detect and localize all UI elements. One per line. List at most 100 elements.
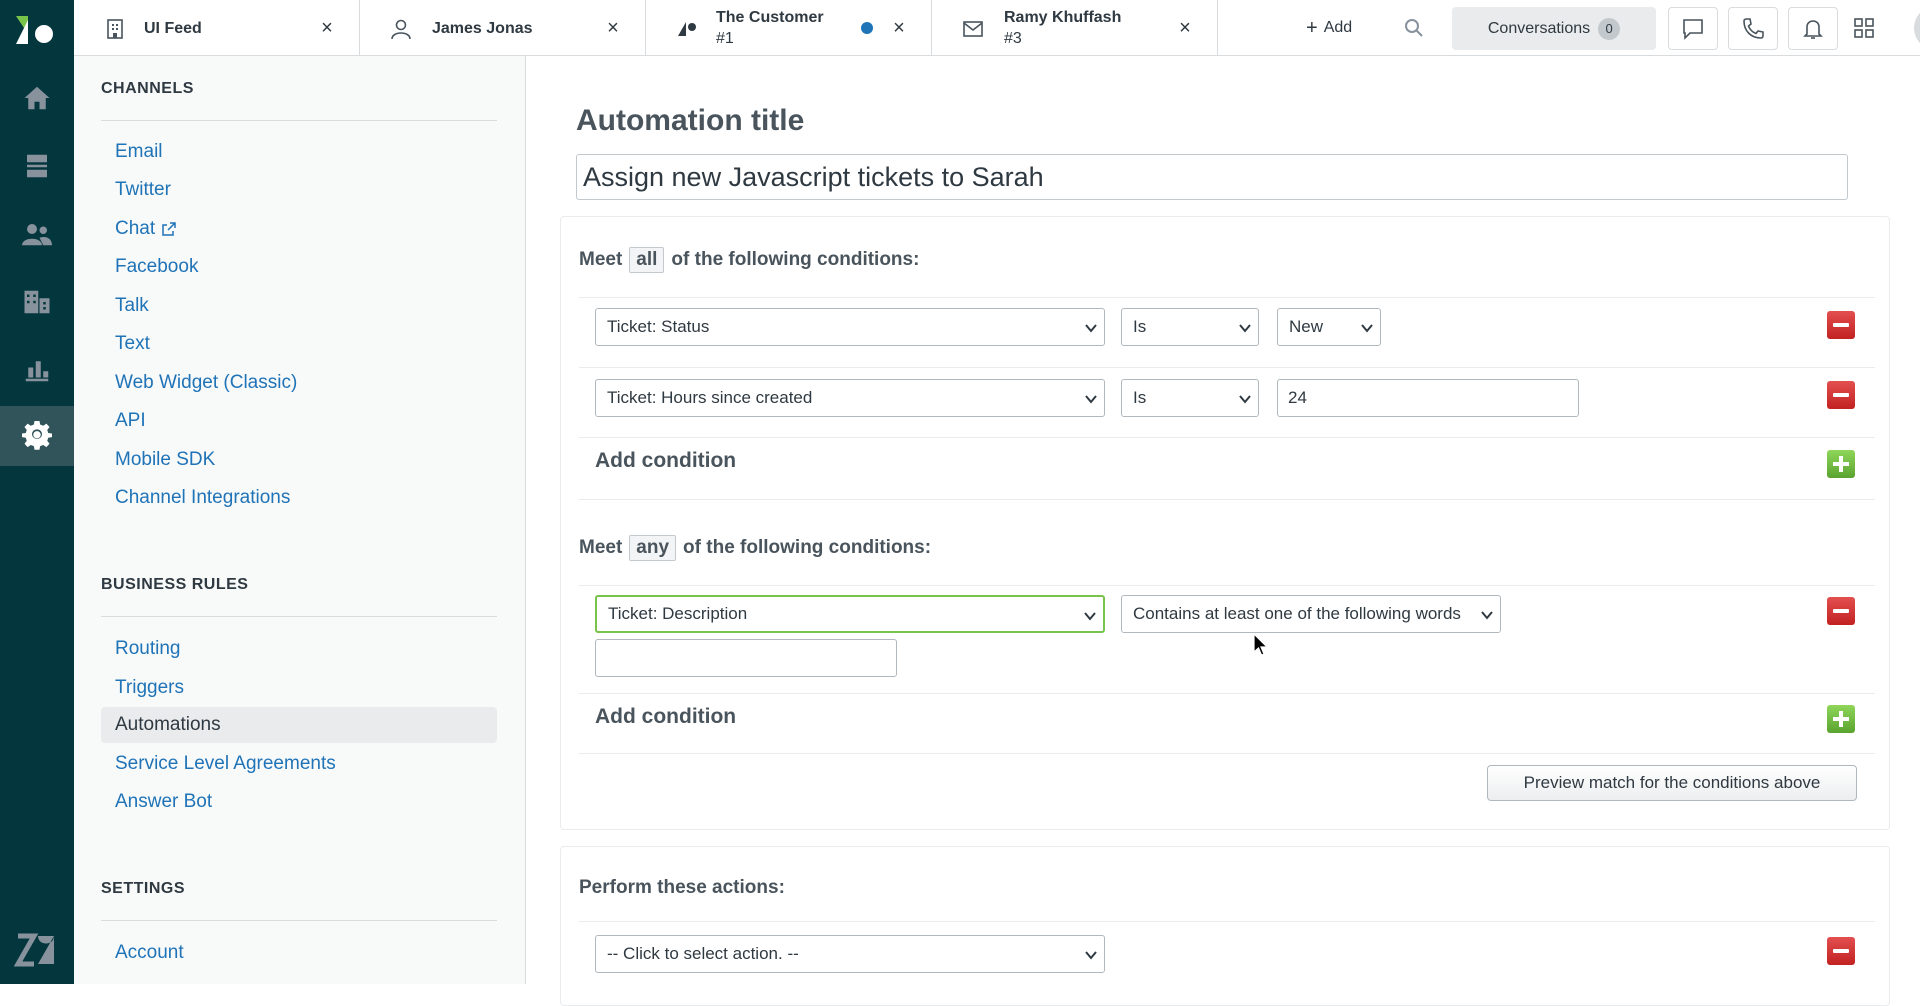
remove-condition-button[interactable] [1827, 381, 1855, 409]
meet-suffix: of the following conditions: [683, 537, 932, 558]
bell-icon [1803, 19, 1823, 39]
home-icon[interactable] [0, 68, 74, 128]
sidebar-item-routing[interactable]: Routing [101, 631, 497, 667]
actions-panel: Perform these actions: -- Click to selec… [560, 846, 1890, 1006]
select-value: Ticket: Hours since created [607, 388, 813, 407]
building-icon [107, 19, 123, 39]
conditions-panel: Meet all of the following conditions: Ti… [560, 216, 1890, 830]
divider [101, 120, 497, 121]
tab-james-jonas[interactable]: James Jonas × [360, 0, 646, 56]
condition-value-select[interactable]: New [1277, 308, 1381, 346]
chevron-down-icon [1085, 395, 1097, 404]
tab-subtitle: #1 [716, 30, 734, 47]
sidebar-item-answer-bot[interactable]: Answer Bot [101, 784, 497, 820]
condition-operator-select[interactable]: Is [1121, 308, 1259, 346]
sidebar-item-text[interactable]: Text [101, 326, 497, 362]
conversations-button[interactable]: Conversations 0 [1452, 7, 1656, 50]
remove-condition-button[interactable] [1827, 597, 1855, 625]
action-select[interactable]: -- Click to select action. -- [595, 935, 1105, 973]
sidebar-item-web-widget[interactable]: Web Widget (Classic) [101, 365, 497, 401]
add-tab-button[interactable]: + Add [1306, 0, 1352, 56]
words-input[interactable] [595, 639, 897, 677]
sidebar-item-facebook[interactable]: Facebook [101, 249, 497, 285]
chevron-down-icon [1085, 951, 1097, 960]
mail-icon [963, 21, 983, 37]
select-value: Contains at least one of the following w… [1133, 604, 1461, 623]
close-icon[interactable]: × [889, 18, 909, 38]
sidebar-item-email[interactable]: Email [101, 134, 497, 170]
zendesk-logo-icon[interactable] [14, 12, 60, 48]
sidebar-item-sla[interactable]: Service Level Agreements [101, 746, 497, 782]
tab-title: Ramy Khuffash [1004, 9, 1122, 26]
sidebar-item-account[interactable]: Account [101, 935, 497, 971]
close-icon[interactable]: × [317, 18, 337, 38]
admin-gear-icon[interactable] [0, 406, 74, 466]
sidebar-item-triggers[interactable]: Triggers [101, 670, 497, 706]
settings-heading: SETTINGS [101, 880, 186, 897]
remove-action-button[interactable] [1827, 937, 1855, 965]
zendesk-ticket-icon [678, 22, 696, 36]
views-icon[interactable] [0, 136, 74, 196]
meet-prefix: Meet [579, 249, 623, 270]
chevron-down-icon [1084, 612, 1096, 621]
reporting-icon[interactable] [0, 340, 74, 400]
business-rules-heading: BUSINESS RULES [101, 576, 249, 593]
tab-ui-feed[interactable]: UI Feed × [74, 0, 360, 56]
condition-field-select[interactable]: Ticket: Description [595, 595, 1105, 633]
user-icon [391, 19, 411, 40]
add-condition-label[interactable]: Add condition [595, 705, 736, 729]
close-icon[interactable]: × [1175, 18, 1195, 38]
notifications-button[interactable] [1788, 7, 1838, 50]
divider [101, 920, 497, 921]
page-title: Automation title [576, 104, 805, 137]
automation-editor: Automation title Meet all of the followi… [526, 56, 1920, 1006]
chevron-down-icon [1085, 324, 1097, 333]
sidebar-item-api[interactable]: API [101, 403, 497, 439]
add-condition-button[interactable] [1827, 450, 1855, 478]
sidebar-item-chat[interactable]: Chat [101, 211, 497, 247]
condition-field-select[interactable]: Ticket: Hours since created [595, 379, 1105, 417]
condition-operator-select[interactable]: Contains at least one of the following w… [1121, 595, 1501, 633]
chevron-down-icon [1481, 611, 1493, 620]
tab-title: The Customer [716, 9, 824, 26]
product-rail [0, 0, 74, 984]
sidebar-item-mobile-sdk[interactable]: Mobile SDK [101, 442, 497, 478]
close-icon[interactable]: × [603, 18, 623, 38]
external-link-icon [162, 222, 176, 236]
tab-ramy-khuffash[interactable]: Ramy Khuffash #3 × [932, 0, 1218, 56]
sidebar-item-automations[interactable]: Automations [101, 707, 497, 743]
tab-title: James Jonas [432, 19, 533, 37]
sidebar-item-channel-integrations[interactable]: Channel Integrations [101, 480, 497, 516]
customers-icon[interactable] [0, 204, 74, 264]
divider [579, 499, 1875, 500]
sidebar-item-talk[interactable]: Talk [101, 288, 497, 324]
tab-the-customer[interactable]: The Customer #1 × [646, 0, 932, 56]
condition-operator-select[interactable]: Is [1121, 379, 1259, 417]
tab-subtitle: #3 [1004, 30, 1022, 47]
sidebar-item-label: Chat [115, 218, 156, 239]
chevron-down-icon [1239, 324, 1251, 333]
sidebar-item-twitter[interactable]: Twitter [101, 172, 497, 208]
all-keyword: all [629, 247, 665, 273]
product-tray-grid-icon[interactable] [1852, 16, 1876, 40]
talk-button[interactable] [1728, 7, 1778, 50]
search-icon[interactable] [1402, 16, 1426, 40]
organizations-icon[interactable] [0, 272, 74, 332]
add-condition-label[interactable]: Add condition [595, 449, 736, 473]
automation-title-input[interactable] [576, 154, 1848, 200]
avatar[interactable] [1914, 6, 1920, 50]
remove-condition-button[interactable] [1827, 311, 1855, 339]
preview-match-button[interactable]: Preview match for the conditions above [1487, 765, 1857, 801]
condition-field-select[interactable]: Ticket: Status [595, 308, 1105, 346]
top-bar: UI Feed × James Jonas × The Customer #1 … [74, 0, 1920, 56]
hours-value-input[interactable]: 24 [1277, 379, 1579, 417]
zendesk-wordmark-icon [14, 933, 54, 967]
user-avatar-icon [1914, 6, 1920, 50]
select-value: Is [1133, 317, 1147, 336]
chat-button[interactable] [1668, 7, 1718, 50]
add-condition-button[interactable] [1827, 705, 1855, 733]
unread-dot [861, 22, 873, 34]
select-value: New [1289, 317, 1324, 336]
select-value: Is [1133, 388, 1147, 407]
select-value: Ticket: Status [607, 317, 710, 336]
